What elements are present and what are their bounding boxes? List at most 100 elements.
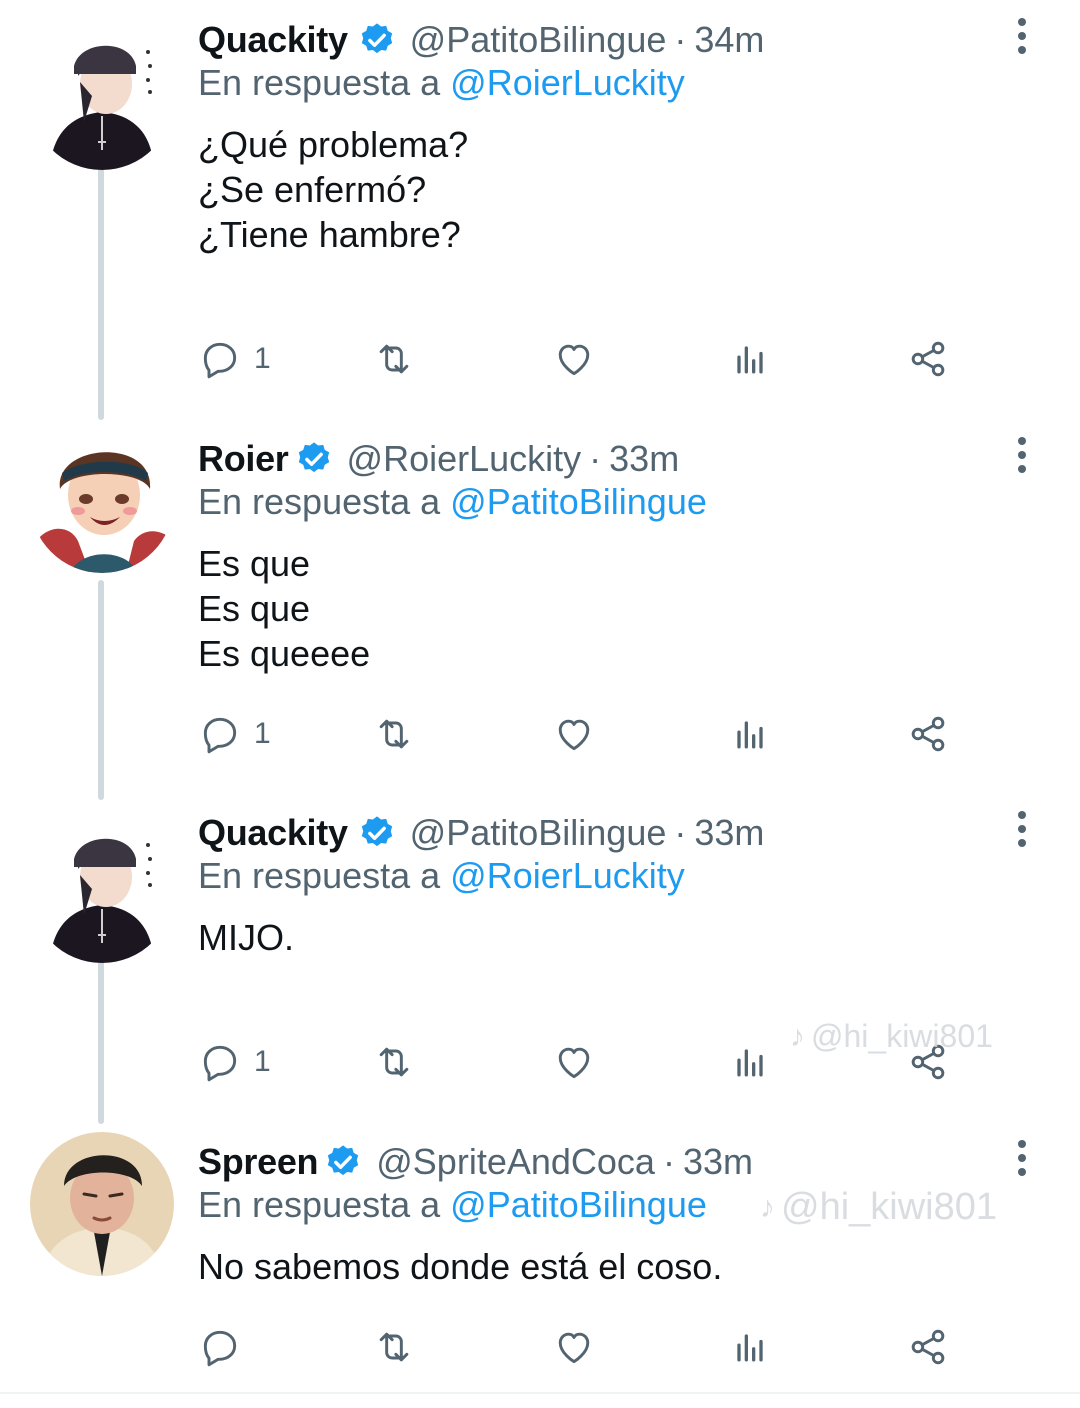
avatar-quackity[interactable] xyxy=(30,819,174,963)
verified-badge-icon xyxy=(358,21,396,59)
tweet-text-line: No sabemos donde está el coso. xyxy=(198,1246,723,1287)
tweet-actions xyxy=(198,1324,958,1370)
reply-button[interactable]: 1 xyxy=(198,1039,271,1085)
avatar-roier[interactable] xyxy=(30,429,174,573)
share-icon xyxy=(911,1329,945,1365)
views-chart-icon xyxy=(737,346,763,374)
reply-count: 1 xyxy=(254,342,271,375)
watermark-tiktok: ♪ @hi_kiwi801 xyxy=(790,1018,993,1055)
retweet-button[interactable] xyxy=(372,711,416,757)
retweet-button[interactable] xyxy=(372,336,416,382)
reply-prefix: En respuesta a xyxy=(198,1184,441,1225)
share-button[interactable] xyxy=(906,1324,950,1370)
bottom-divider xyxy=(0,1392,1080,1394)
reply-bubble-icon xyxy=(203,1045,237,1082)
avatar-spreen[interactable] xyxy=(30,1132,174,1276)
tweet-text: No sabemos donde está el coso. xyxy=(198,1244,722,1289)
tweet-text-line: Es que xyxy=(198,588,311,629)
tweet-text: MIJO. xyxy=(198,915,294,960)
reply-prefix: En respuesta a xyxy=(198,481,441,522)
more-vertical-icon[interactable] xyxy=(1002,809,1042,849)
author-handle[interactable]: @SpriteAndCoca xyxy=(376,1141,655,1183)
reply-to-mention[interactable]: @RoierLuckity xyxy=(450,855,685,896)
reply-bubble-icon xyxy=(203,1330,237,1367)
retweet-icon xyxy=(379,344,409,374)
thread-line-2 xyxy=(98,580,104,800)
watermark-text: @hi_kiwi801 xyxy=(811,1018,993,1054)
reply-context: En respuesta a @RoierLuckity xyxy=(198,62,685,104)
reply-to-mention[interactable]: @PatitoBilingue xyxy=(450,1184,707,1225)
separator-dot: · xyxy=(674,19,687,60)
tweet-text-line: ¿Tiene hambre? xyxy=(198,214,461,255)
more-vertical-icon[interactable] xyxy=(1002,1138,1042,1178)
separator-dot: · xyxy=(589,438,602,479)
verified-badge-icon xyxy=(324,1143,362,1181)
watermark-text: @hi_kiwi801 xyxy=(781,1186,998,1228)
like-button[interactable] xyxy=(552,336,596,382)
tweet-text-line: Es queeee xyxy=(198,633,371,674)
reply-count: 1 xyxy=(254,1045,271,1078)
views-button[interactable] xyxy=(728,336,772,382)
thread-line-3 xyxy=(98,952,104,1124)
share-icon xyxy=(911,716,945,752)
reply-button[interactable]: 1 xyxy=(198,711,271,757)
tweet-time[interactable]: 33m xyxy=(609,438,679,480)
reply-prefix: En respuesta a xyxy=(198,855,441,896)
author-name[interactable]: Quackity xyxy=(198,19,348,61)
retweet-button[interactable] xyxy=(372,1039,416,1085)
author-name[interactable]: Quackity xyxy=(198,812,348,854)
verified-badge-icon xyxy=(295,440,333,478)
views-button[interactable] xyxy=(728,1324,772,1370)
tweet-text-line: Es que xyxy=(198,543,311,584)
retweet-icon xyxy=(379,1332,409,1362)
views-chart-icon xyxy=(737,1049,763,1077)
share-button[interactable] xyxy=(906,711,950,757)
tweet-text: ¿Qué problema? ¿Se enfermó? ¿Tiene hambr… xyxy=(198,122,468,257)
like-button[interactable] xyxy=(552,711,596,757)
share-icon xyxy=(911,341,945,377)
tweet-time[interactable]: 34m xyxy=(694,19,764,61)
reply-count: 1 xyxy=(254,717,271,750)
reply-bubble-icon xyxy=(203,342,237,379)
author-name[interactable]: Roier xyxy=(198,438,289,480)
like-button[interactable] xyxy=(552,1324,596,1370)
author-handle[interactable]: @PatitoBilingue xyxy=(410,19,667,61)
tiktok-icon: ♪ xyxy=(790,1019,805,1053)
author-name[interactable]: Spreen xyxy=(198,1141,319,1183)
heart-icon xyxy=(558,344,590,376)
retweet-icon xyxy=(379,1047,409,1077)
heart-icon xyxy=(558,1047,590,1079)
tweet-text-line: MIJO. xyxy=(198,917,294,958)
like-button[interactable] xyxy=(552,1039,596,1085)
watermark-tiktok: ♪ @hi_kiwi801 xyxy=(760,1186,997,1229)
views-chart-icon xyxy=(737,1334,763,1362)
tweet-actions: 1 xyxy=(198,336,958,382)
reply-to-mention[interactable]: @PatitoBilingue xyxy=(450,481,707,522)
views-button[interactable] xyxy=(728,1039,772,1085)
author-handle[interactable]: @PatitoBilingue xyxy=(410,812,667,854)
tweet-time[interactable]: 33m xyxy=(683,1141,753,1183)
reply-button[interactable] xyxy=(198,1324,254,1370)
separator-dot: · xyxy=(662,1141,675,1182)
reply-button[interactable]: 1 xyxy=(198,336,271,382)
thread-line-1 xyxy=(98,160,104,420)
more-vertical-icon[interactable] xyxy=(1002,435,1042,475)
share-button[interactable] xyxy=(906,336,950,382)
views-chart-icon xyxy=(737,721,763,749)
tweet-time[interactable]: 33m xyxy=(694,812,764,854)
reply-to-mention[interactable]: @RoierLuckity xyxy=(450,62,685,103)
more-vertical-icon[interactable] xyxy=(1002,16,1042,56)
views-button[interactable] xyxy=(728,711,772,757)
retweet-button[interactable] xyxy=(372,1324,416,1370)
author-handle[interactable]: @RoierLuckity xyxy=(347,438,582,480)
tweet-text-line: ¿Qué problema? xyxy=(198,124,469,165)
reply-context: En respuesta a @RoierLuckity xyxy=(198,855,685,897)
tweet-text: Es que Es que Es queeee xyxy=(198,541,370,676)
reply-bubble-icon xyxy=(203,717,237,754)
separator-dot: · xyxy=(674,812,687,853)
avatar-quackity[interactable] xyxy=(30,26,174,170)
tweet-actions: 1 xyxy=(198,711,958,757)
tiktok-icon: ♪ xyxy=(760,1190,775,1224)
tweet-text-line: ¿Se enfermó? xyxy=(198,169,427,210)
reply-context: En respuesta a @PatitoBilingue xyxy=(198,481,707,523)
